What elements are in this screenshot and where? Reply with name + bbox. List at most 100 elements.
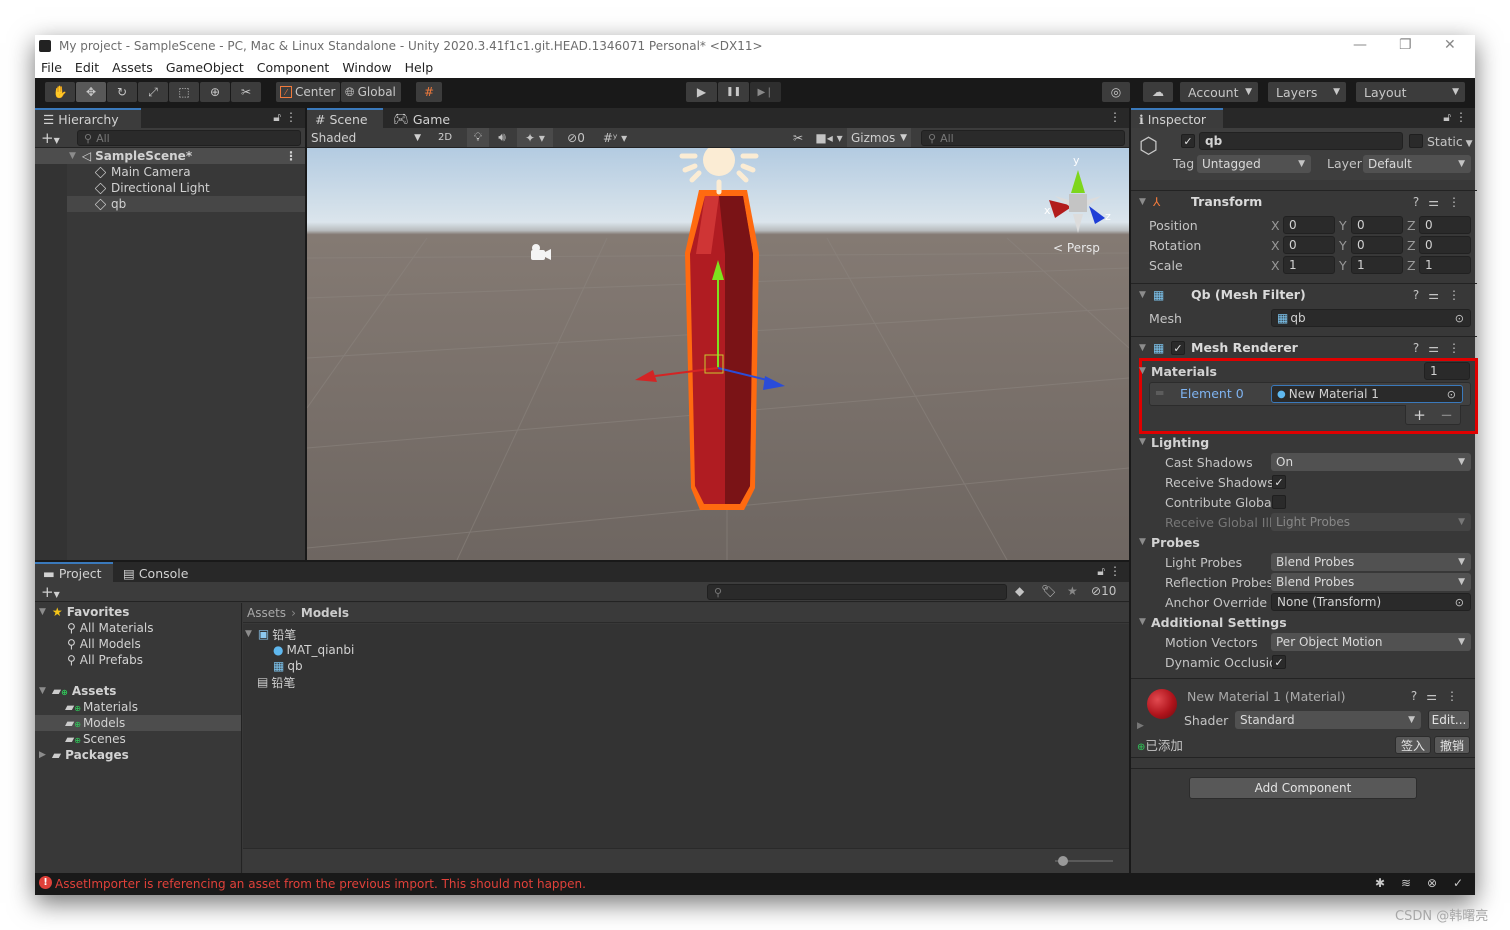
more-options-icon[interactable]: ⋮	[1109, 110, 1121, 124]
2d-toggle[interactable]: 2D	[433, 128, 457, 147]
effects-dropdown[interactable]: ✦ ▾	[517, 128, 553, 147]
scene-tools-button[interactable]: ✂	[787, 128, 809, 147]
tab-project[interactable]: ▬ Project	[35, 562, 113, 582]
rotate-tool-button[interactable]: ↻	[107, 82, 137, 102]
receive-shadows-checkbox[interactable]: ✓	[1272, 475, 1286, 489]
packages-folder[interactable]: ▶ ▰ Packages	[39, 747, 129, 763]
file-item-model[interactable]: ▼ ▣ 铅笔	[245, 626, 296, 642]
search-by-type-icon[interactable]: ◆	[1015, 584, 1024, 598]
static-checkbox[interactable]	[1409, 134, 1423, 148]
cache-server-icon[interactable]: ≋	[1401, 876, 1411, 890]
file-item-prefab[interactable]: ▤ 铅笔	[257, 674, 295, 690]
project-search-input[interactable]: ⚲	[707, 584, 1007, 600]
tab-inspector[interactable]: ℹ Inspector	[1131, 108, 1223, 128]
layout-dropdown[interactable]: Layout ▼	[1356, 82, 1465, 102]
tab-console[interactable]: ▤ Console	[115, 562, 195, 582]
custom-tool-button[interactable]: ✂	[231, 82, 261, 102]
hierarchy-item-selected[interactable]: qb	[67, 196, 305, 212]
layers-dropdown[interactable]: Layers ▼	[1268, 82, 1346, 102]
lock-icon[interactable]: 🔓︎	[1443, 110, 1451, 125]
lock-icon[interactable]: 🔓︎	[1097, 564, 1105, 579]
rotation-y-input[interactable]: 0	[1351, 236, 1403, 254]
shading-mode-dropdown[interactable]: Shaded ▼	[307, 128, 427, 147]
close-button[interactable]: ✕	[1444, 37, 1456, 53]
menu-window[interactable]: Window	[342, 60, 391, 75]
favorite-item[interactable]: ⚲ All Models	[67, 636, 141, 652]
search-by-label-icon[interactable]: 🏷︎	[1041, 584, 1056, 598]
orientation-gizmo[interactable]	[1049, 170, 1105, 233]
folder-item[interactable]: ▰⊕ Scenes	[65, 731, 126, 747]
drag-handle-icon[interactable]: ═	[1156, 386, 1163, 400]
file-item-material[interactable]: ● MAT_qianbi	[273, 642, 354, 658]
folder-item-selected[interactable]: ▰⊕ Models	[35, 715, 241, 731]
component-header-icons[interactable]: ?⚌⋮	[1411, 689, 1467, 703]
dynamic-occlusion-checkbox[interactable]: ✓	[1272, 655, 1286, 669]
active-checkbox[interactable]: ✓	[1181, 134, 1195, 148]
grid-toggle[interactable]: #ʸ ▾	[595, 128, 635, 147]
rect-tool-button[interactable]: ⬚	[169, 82, 199, 102]
hierarchy-item[interactable]: Directional Light	[94, 180, 210, 196]
menu-assets[interactable]: Assets	[112, 60, 153, 75]
scale-z-input[interactable]: 1	[1419, 256, 1471, 274]
reflection-probes-dropdown[interactable]: Blend Probes ▼	[1271, 573, 1471, 591]
cloud-button[interactable]: ☁	[1143, 82, 1173, 102]
pivot-toggle[interactable]: ⁄ Center	[276, 82, 340, 102]
layer-dropdown[interactable]: Default ▼	[1363, 155, 1471, 173]
rotation-z-input[interactable]: 0	[1419, 236, 1471, 254]
collapse-triangle-icon[interactable]: ▼	[1139, 437, 1146, 447]
step-button[interactable]: ▶❘	[750, 82, 781, 102]
mesh-renderer-header[interactable]: ▼ ▦ ✓ Mesh Renderer ?⚌⋮	[1131, 336, 1477, 358]
camera-gizmo-icon[interactable]	[531, 244, 551, 260]
transform-tool-button[interactable]: ⊕	[200, 82, 230, 102]
transform-header[interactable]: ▼ ⅄ Transform ?⚌⋮	[1131, 190, 1477, 212]
expand-triangle-icon[interactable]: ▼	[69, 151, 76, 161]
add-element-button[interactable]: +	[1413, 406, 1426, 424]
remove-element-button[interactable]: −	[1440, 406, 1453, 424]
position-y-input[interactable]: 0	[1351, 216, 1403, 234]
scale-x-input[interactable]: 1	[1283, 256, 1335, 274]
icon-size-slider-thumb[interactable]	[1058, 856, 1068, 866]
checkin-button[interactable]: 签入	[1395, 736, 1431, 754]
component-header-icons[interactable]: ?⚌⋮	[1413, 195, 1469, 209]
favorite-star-icon[interactable]: ★	[1067, 584, 1078, 598]
menu-gameobject[interactable]: GameObject	[166, 60, 244, 75]
contribute-gi-checkbox[interactable]	[1272, 495, 1286, 509]
mesh-object-field[interactable]: ▦ qb ⊙	[1271, 309, 1471, 327]
hierarchy-item[interactable]: Main Camera	[94, 164, 191, 180]
audio-toggle[interactable]: 🔊︎	[491, 128, 513, 147]
edit-shader-button[interactable]: Edit...	[1428, 710, 1470, 730]
material-object-field[interactable]: ● New Material 1 ⊙	[1271, 385, 1463, 403]
menu-help[interactable]: Help	[405, 60, 434, 75]
minimize-button[interactable]: —	[1353, 37, 1367, 53]
folder-item[interactable]: ▰⊕ Materials	[65, 699, 138, 715]
scene-viewport[interactable]: y x z < Persp	[307, 148, 1129, 560]
menu-file[interactable]: File	[41, 60, 62, 75]
collab-status-check-icon[interactable]: ✓	[1453, 876, 1463, 890]
anchor-override-field[interactable]: None (Transform) ⊙	[1271, 593, 1471, 611]
gizmos-dropdown[interactable]: Gizmos ▼	[847, 128, 911, 147]
lighting-toggle[interactable]: 💡︎	[467, 128, 489, 147]
tag-dropdown[interactable]: Untagged ▼	[1197, 155, 1311, 173]
position-z-input[interactable]: 0	[1419, 216, 1471, 234]
debug-mode-icon[interactable]: ✱	[1375, 876, 1385, 890]
static-dropdown[interactable]: Static ▼	[1427, 134, 1473, 149]
hand-tool-button[interactable]: ✋	[45, 82, 75, 102]
lock-icon[interactable]: 🔓︎	[273, 110, 281, 125]
menu-component[interactable]: Component	[257, 60, 330, 75]
revert-button[interactable]: 撤销	[1434, 736, 1470, 754]
mesh-renderer-enabled-checkbox[interactable]: ✓	[1171, 341, 1185, 355]
sun-light-gizmo[interactable]	[679, 148, 759, 195]
scene-options-icon[interactable]: ⋮	[285, 149, 297, 163]
favorite-item[interactable]: ⚲ All Materials	[67, 620, 154, 636]
grid-snap-button[interactable]: #	[416, 82, 442, 102]
shader-dropdown[interactable]: Standard ▼	[1235, 711, 1421, 729]
tab-scene[interactable]: # Scene	[307, 108, 383, 128]
collab-button[interactable]: ◎	[1102, 82, 1130, 102]
pause-button[interactable]: ❚❚	[718, 82, 749, 102]
play-button[interactable]: ▶	[686, 82, 717, 102]
more-options-icon[interactable]: ⋮	[1109, 564, 1121, 578]
scale-tool-button[interactable]: ⤢	[138, 82, 168, 102]
rotation-x-input[interactable]: 0	[1283, 236, 1335, 254]
object-name-input[interactable]: qb	[1199, 132, 1403, 150]
scale-y-input[interactable]: 1	[1351, 256, 1403, 274]
